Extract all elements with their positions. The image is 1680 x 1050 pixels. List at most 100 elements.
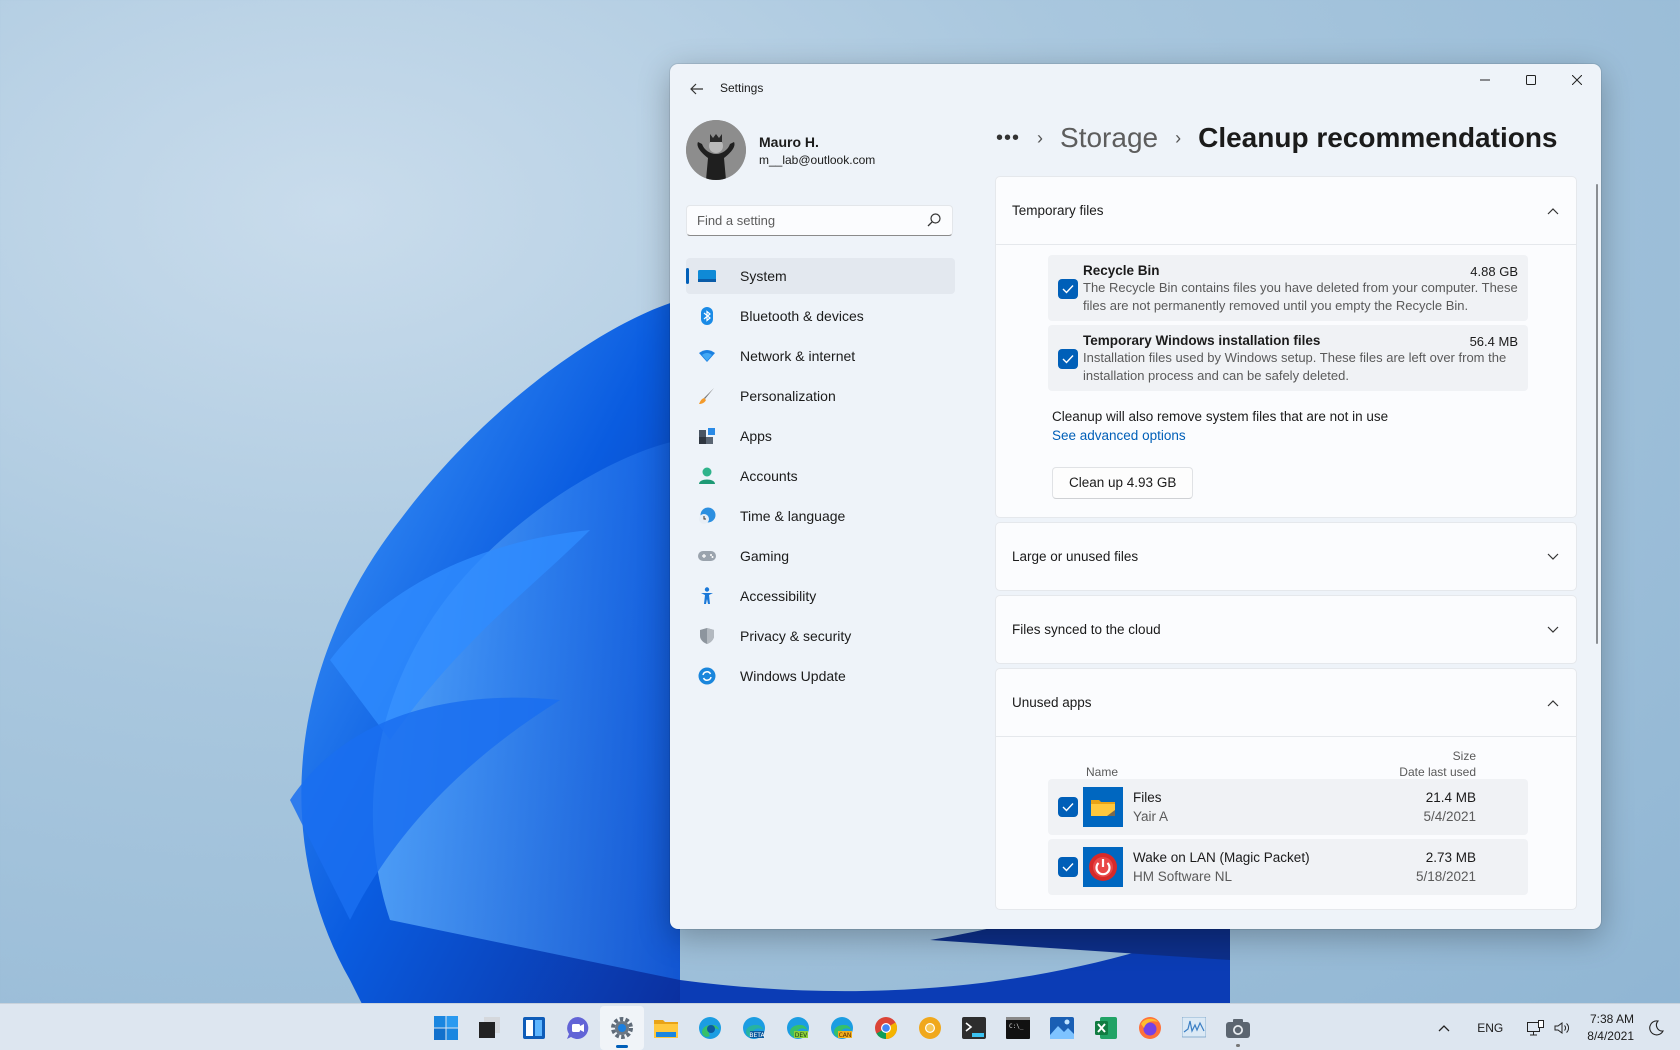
chevron-down-icon xyxy=(1546,623,1560,637)
temporary-files-header[interactable]: Temporary files xyxy=(996,177,1576,244)
arrow-left-icon xyxy=(690,83,703,95)
gear-icon xyxy=(611,1016,633,1039)
taskbar-apps: BETA DEV CAN C:\_ xyxy=(424,1004,1260,1050)
excel-button[interactable] xyxy=(1084,1006,1128,1050)
sidebar-item-system[interactable]: System xyxy=(686,258,955,294)
search-input[interactable] xyxy=(687,206,917,235)
sidebar-item-personalization[interactable]: Personalization xyxy=(686,378,955,414)
folder-icon xyxy=(1083,787,1123,827)
show-hidden-icons-button[interactable] xyxy=(1431,1013,1457,1043)
breadcrumb-more-button[interactable]: ••• xyxy=(996,127,1020,150)
sidebar-item-apps[interactable]: Apps xyxy=(686,418,955,454)
shield-icon xyxy=(698,627,716,645)
unused-apps-header[interactable]: Unused apps xyxy=(996,669,1576,736)
column-name[interactable]: Name xyxy=(1086,765,1118,779)
unused-apps-section: Unused apps Name Size Date last used Fil… xyxy=(995,668,1577,910)
svg-text:BETA: BETA xyxy=(749,1032,765,1039)
sidebar-item-accessibility[interactable]: Accessibility xyxy=(686,578,955,614)
apps-table-header: Name Size Date last used xyxy=(1048,749,1528,779)
sidebar-item-network[interactable]: Network & internet xyxy=(686,338,955,374)
sidebar-item-windows-update[interactable]: Windows Update xyxy=(686,658,955,694)
advanced-options-link[interactable]: See advanced options xyxy=(1052,428,1186,443)
network-button[interactable] xyxy=(1525,1019,1547,1036)
edge-canary-button[interactable]: CAN xyxy=(820,1006,864,1050)
close-button[interactable] xyxy=(1554,64,1600,96)
sidebar-item-accounts[interactable]: Accounts xyxy=(686,458,955,494)
file-explorer-button[interactable] xyxy=(644,1006,688,1050)
item-size: 4.88 GB xyxy=(1470,264,1518,279)
clock[interactable]: 7:38 AM 8/4/2021 xyxy=(1587,1011,1634,1045)
app-row-wake-on-lan: Wake on LAN (Magic Packet) HM Software N… xyxy=(1048,839,1528,895)
edge-button[interactable] xyxy=(688,1006,732,1050)
breadcrumb-storage-link[interactable]: Storage xyxy=(1060,122,1158,154)
update-icon xyxy=(698,667,716,685)
terminal-button[interactable] xyxy=(952,1006,996,1050)
sidebar-item-bluetooth[interactable]: Bluetooth & devices xyxy=(686,298,955,334)
cloud-files-section: Files synced to the cloud xyxy=(995,595,1577,664)
chrome-canary-button[interactable] xyxy=(908,1006,952,1050)
chrome-canary-icon xyxy=(919,1016,941,1039)
person-icon xyxy=(698,467,716,485)
cleanup-note: Cleanup will also remove system files th… xyxy=(1052,409,1389,424)
camera-button[interactable] xyxy=(1216,1006,1260,1050)
large-files-header[interactable]: Large or unused files xyxy=(996,523,1576,590)
search-icon[interactable] xyxy=(926,212,942,228)
checkmark-icon xyxy=(1062,803,1074,812)
chrome-button[interactable] xyxy=(864,1006,908,1050)
start-button[interactable] xyxy=(424,1006,468,1050)
cleanup-button[interactable]: Clean up 4.93 GB xyxy=(1052,467,1194,499)
sidebar-item-privacy-security[interactable]: Privacy & security xyxy=(686,618,955,654)
checkmark-icon xyxy=(1062,355,1074,364)
app-checkbox[interactable] xyxy=(1058,797,1078,817)
edge-icon xyxy=(699,1016,721,1039)
user-profile[interactable]: Mauro H. m__lab@outlook.com xyxy=(686,120,875,180)
volume-icon xyxy=(1554,1021,1570,1034)
resource-monitor-button[interactable] xyxy=(1172,1006,1216,1050)
network-icon xyxy=(1527,1019,1545,1035)
apps-icon xyxy=(698,427,716,445)
scrollbar[interactable] xyxy=(1596,184,1598,644)
column-size[interactable]: Size xyxy=(1453,749,1476,763)
widgets-button[interactable] xyxy=(512,1006,556,1050)
chrome-icon xyxy=(875,1016,897,1039)
focus-assist-button[interactable] xyxy=(1644,1019,1668,1036)
cmd-icon: C:\_ xyxy=(1006,1016,1030,1039)
monitor-chart-icon xyxy=(1182,1016,1206,1037)
cloud-files-header[interactable]: Files synced to the cloud xyxy=(996,596,1576,663)
item-size: 56.4 MB xyxy=(1469,334,1518,349)
command-prompt-button[interactable]: C:\_ xyxy=(996,1006,1040,1050)
profile-email: m__lab@outlook.com xyxy=(759,152,876,167)
maximize-button[interactable] xyxy=(1508,64,1554,96)
maximize-icon xyxy=(1526,75,1536,85)
task-view-button[interactable] xyxy=(468,1006,512,1050)
edge-dev-button[interactable]: DEV xyxy=(776,1006,820,1050)
chat-button[interactable] xyxy=(556,1006,600,1050)
column-date[interactable]: Date last used xyxy=(1399,765,1476,779)
sidebar-item-time-language[interactable]: Time & language xyxy=(686,498,955,534)
minimize-button[interactable] xyxy=(1462,64,1508,96)
system-icon xyxy=(698,267,716,285)
app-checkbox[interactable] xyxy=(1058,857,1078,877)
svg-text:DEV: DEV xyxy=(795,1032,808,1039)
gamepad-icon xyxy=(698,547,716,565)
recycle-bin-item: Recycle Bin The Recycle Bin contains fil… xyxy=(1048,255,1528,321)
app-title: Settings xyxy=(720,81,764,95)
back-button[interactable] xyxy=(684,76,710,102)
clock-time: 7:38 AM xyxy=(1589,1011,1634,1026)
app-row-files: Files Yair A 21.4 MB 5/4/2021 xyxy=(1048,779,1528,835)
photos-button[interactable] xyxy=(1040,1006,1084,1050)
edge-beta-button[interactable]: BETA xyxy=(732,1006,776,1050)
volume-button[interactable] xyxy=(1551,1021,1573,1035)
clock-date: 8/4/2021 xyxy=(1587,1028,1634,1043)
temp-install-files-checkbox[interactable] xyxy=(1058,349,1078,369)
settings-taskbar-button[interactable] xyxy=(600,1005,644,1050)
chevron-up-icon xyxy=(1546,696,1560,710)
recycle-bin-checkbox[interactable] xyxy=(1058,279,1078,299)
terminal-icon xyxy=(962,1016,986,1039)
content-area: Temporary files Recycle Bin The Recycle … xyxy=(995,176,1577,929)
language-indicator[interactable]: ENG xyxy=(1473,1021,1507,1035)
sidebar-item-gaming[interactable]: Gaming xyxy=(686,538,955,574)
firefox-button[interactable] xyxy=(1128,1006,1172,1050)
profile-name: Mauro H. xyxy=(759,133,819,150)
task-view-icon xyxy=(479,1016,500,1038)
